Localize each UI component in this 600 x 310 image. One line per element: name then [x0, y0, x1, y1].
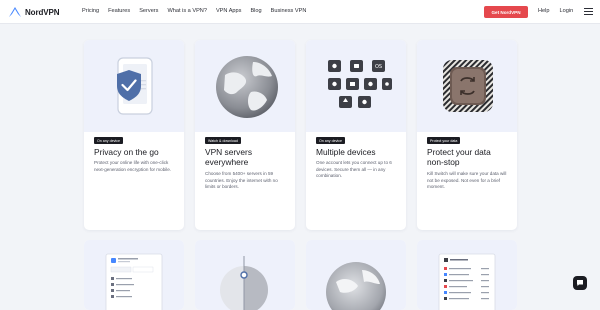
card-illustration: OS — [306, 40, 406, 132]
card-illustration — [195, 40, 295, 132]
nav-links: Pricing Features Servers What is a VPN? … — [82, 8, 306, 14]
card-title: Privacy on the go — [94, 147, 159, 157]
card-illustration — [84, 40, 184, 132]
chat-icon — [577, 280, 583, 286]
nordvpn-logo-icon — [9, 7, 21, 17]
help-link[interactable]: Help — [538, 8, 550, 14]
nav-link-features[interactable]: Features — [108, 8, 130, 14]
nav-right: Help Login — [538, 8, 573, 14]
menu-icon[interactable] — [584, 7, 593, 16]
nav-link-blog[interactable]: Blog — [250, 8, 261, 14]
logo-text: NordVPN — [25, 7, 60, 17]
card-title: VPN servers everywhere — [205, 147, 291, 167]
card-description: Kill Switch will make sure your data wil… — [427, 171, 507, 190]
feature-card-privacy[interactable]: On any device Privacy on the go Protect … — [84, 40, 184, 230]
chat-button[interactable] — [573, 276, 587, 290]
feature-card-servers[interactable]: Watch & download VPN servers everywhere … — [195, 40, 295, 230]
login-link[interactable]: Login — [560, 8, 574, 14]
card-title-line: everywhere — [205, 157, 249, 167]
card-title-line: Protect your data — [427, 147, 491, 157]
feature-card-kill-switch[interactable]: Protect your data Protect your data non-… — [417, 40, 517, 230]
card-title: Multiple devices — [316, 147, 376, 157]
card-badge: Watch & download — [205, 137, 241, 144]
feature-card-devices[interactable]: OS On any device Multiple devices One ac… — [306, 40, 406, 230]
card-title-line: non-stop — [427, 157, 460, 167]
nav-link-business-vpn[interactable]: Business VPN — [271, 8, 307, 14]
card-badge: Protect your data — [427, 137, 461, 144]
card-illustration — [417, 40, 517, 132]
globe-icon — [216, 56, 278, 118]
nav-link-vpn-apps[interactable]: VPN Apps — [216, 8, 242, 14]
nav-link-servers[interactable]: Servers — [139, 8, 158, 14]
nav-link-pricing[interactable]: Pricing — [82, 8, 99, 14]
svg-text:OS: OS — [375, 64, 382, 70]
device-icons-grid: OS — [328, 60, 392, 108]
logo[interactable]: NordVPN — [8, 6, 60, 18]
top-navigation: NordVPN Pricing Features Servers What is… — [0, 0, 600, 24]
kill-switch-icon — [443, 60, 493, 112]
nav-link-what-is-vpn[interactable]: What is a VPN? — [167, 8, 206, 14]
card-title: Protect your data non-stop — [427, 147, 513, 167]
card-badge: On any device — [94, 137, 123, 144]
card-description: Protect your online life with one-click … — [94, 160, 172, 172]
phone-shield-icon — [117, 57, 153, 115]
card-description: One account lets you connect up to 6 dev… — [316, 160, 392, 179]
card-description: Choose from 5400+ servers in 59 countrie… — [205, 171, 278, 190]
card-badge: On any device — [316, 137, 345, 144]
get-nordvpn-button[interactable]: Get NordVPN — [484, 6, 528, 18]
card-title-line: VPN servers — [205, 147, 253, 157]
